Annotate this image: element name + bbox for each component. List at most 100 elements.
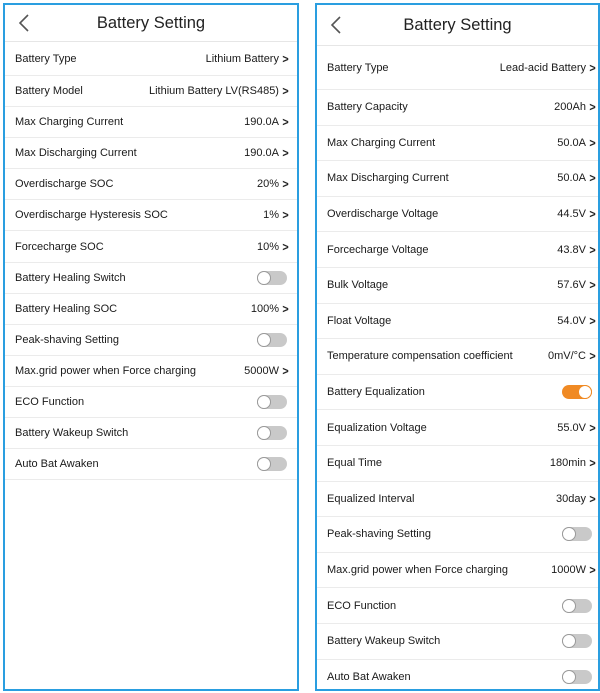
setting-row-battery-healing-soc[interactable]: Battery Healing SOC 100% > (5, 294, 297, 325)
toggle-knob (257, 270, 271, 285)
setting-value: Lithium Battery LV(RS485) (148, 85, 279, 98)
chevron-right-icon: > (589, 563, 596, 578)
chevron-right-icon: > (589, 278, 596, 293)
toggle-knob (578, 385, 592, 400)
setting-row-max-discharging-current[interactable]: Max Discharging Current 50.0A > (317, 161, 598, 197)
setting-value-group[interactable]: Lithium Battery LV(RS485) > (149, 84, 289, 98)
setting-value: 43.8V (557, 243, 586, 256)
setting-value-group[interactable]: 50.0A > (557, 171, 596, 185)
setting-row-bulk-voltage[interactable]: Bulk Voltage 57.6V > (317, 268, 598, 304)
setting-value-group[interactable]: 1% > (263, 208, 289, 222)
setting-row-max-charging-current[interactable]: Max Charging Current 190.0A > (5, 107, 297, 139)
setting-row-overdischarge-voltage[interactable]: Overdischarge Voltage 44.5V > (317, 197, 598, 233)
toggle-switch[interactable] (562, 527, 592, 542)
setting-value: 44.5V (557, 208, 586, 221)
setting-row-max-discharging-current[interactable]: Max Discharging Current 190.0A > (5, 138, 297, 170)
setting-value-group[interactable]: Lead-acid Battery > (500, 61, 596, 75)
setting-row-equalization-voltage[interactable]: Equalization Voltage 55.0V > (317, 410, 598, 446)
setting-row-battery-type[interactable]: Battery Type Lead-acid Battery > (317, 46, 598, 90)
setting-value-group[interactable]: 190.0A > (244, 146, 289, 160)
toggle-switch[interactable] (257, 394, 287, 409)
setting-label: Battery Wakeup Switch (15, 427, 129, 440)
setting-row-battery-wakeup-switch[interactable]: Battery Wakeup Switch (317, 624, 598, 660)
setting-row-battery-wakeup-switch[interactable]: Battery Wakeup Switch (5, 418, 297, 450)
back-button[interactable] (13, 5, 35, 41)
toggle-switch[interactable] (257, 457, 287, 472)
setting-row-battery-model[interactable]: Battery Model Lithium Battery LV(RS485) > (5, 76, 297, 108)
setting-label: Auto Bat Awaken (327, 670, 411, 683)
setting-label: Battery Type (327, 61, 389, 74)
back-button[interactable] (325, 5, 347, 45)
setting-label: Max Charging Current (327, 136, 436, 149)
setting-row-max-grid-power-when-force-charging[interactable]: Max.grid power when Force charging 5000W > (5, 356, 297, 387)
toggle-switch[interactable] (562, 598, 592, 613)
toggle-knob (562, 598, 576, 613)
setting-row-eco-function[interactable]: ECO Function (317, 588, 598, 624)
setting-value: Lead-acid Battery (499, 61, 586, 74)
toggle-switch[interactable] (562, 669, 592, 684)
setting-value-group[interactable]: 44.5V > (557, 207, 596, 221)
setting-value-group[interactable]: 100% > (251, 302, 289, 316)
setting-value-group[interactable]: 190.0A > (244, 115, 289, 129)
setting-row-equal-time[interactable]: Equal Time 180min > (317, 446, 598, 482)
setting-row-temperature-compensation-coefficient[interactable]: Temperature compensation coefficient 0mV/… (317, 339, 598, 375)
setting-value: 180min (549, 457, 586, 470)
setting-value-group[interactable]: 43.8V > (557, 243, 596, 257)
setting-value: 190.0A (244, 147, 279, 160)
setting-value-group[interactable]: 57.6V > (557, 278, 596, 292)
chevron-right-icon: > (589, 135, 596, 150)
chevron-right-icon: > (282, 177, 289, 192)
setting-label: Temperature compensation coefficient (327, 350, 513, 363)
setting-row-overdischarge-soc[interactable]: Overdischarge SOC 20% > (5, 169, 297, 201)
setting-row-max-grid-power-when-force-charging[interactable]: Max.grid power when Force charging 1000W > (317, 553, 598, 589)
setting-value-group[interactable]: 10% > (257, 240, 289, 254)
setting-value: 55.0V (557, 421, 586, 434)
setting-row-eco-function[interactable]: ECO Function (5, 387, 297, 419)
setting-value-group[interactable]: 30day > (556, 492, 596, 506)
setting-row-peak-shaving-setting[interactable]: Peak-shaving Setting (5, 325, 297, 356)
setting-label: ECO Function (15, 395, 85, 408)
toggle-switch[interactable] (257, 332, 287, 347)
setting-value-group[interactable]: Lithium Battery > (206, 52, 289, 66)
setting-value-group[interactable]: 200Ah > (554, 100, 596, 114)
setting-row-float-voltage[interactable]: Float Voltage 54.0V > (317, 304, 598, 340)
toggle-switch[interactable] (257, 426, 287, 441)
setting-value: 50.0A (557, 136, 586, 149)
setting-label: Max Discharging Current (327, 172, 449, 185)
setting-row-battery-capacity[interactable]: Battery Capacity 200Ah > (317, 90, 598, 126)
setting-row-equalized-interval[interactable]: Equalized Interval 30day > (317, 482, 598, 518)
chevron-right-icon: > (282, 208, 289, 223)
setting-label: Equalization Voltage (327, 421, 427, 434)
setting-label: Equalized Interval (327, 492, 415, 505)
setting-row-forcecharge-soc[interactable]: Forcecharge SOC 10% > (5, 231, 297, 263)
setting-row-auto-bat-awaken[interactable]: Auto Bat Awaken (317, 660, 598, 690)
setting-value-group[interactable]: 5000W > (244, 364, 289, 378)
toggle-knob (257, 457, 271, 472)
setting-value-group[interactable]: 50.0A > (557, 136, 596, 150)
setting-row-forcecharge-voltage[interactable]: Forcecharge Voltage 43.8V > (317, 232, 598, 268)
toggle-switch[interactable] (257, 270, 287, 285)
setting-row-battery-equalization[interactable]: Battery Equalization (317, 375, 598, 411)
setting-value: 1000W (551, 564, 586, 577)
chevron-right-icon: > (589, 420, 596, 435)
setting-row-auto-bat-awaken[interactable]: Auto Bat Awaken (5, 449, 297, 481)
setting-label: Peak-shaving Setting (327, 528, 431, 541)
setting-value-group[interactable]: 0mV/°C > (548, 349, 596, 363)
setting-label: ECO Function (327, 599, 397, 612)
setting-row-max-charging-current[interactable]: Max Charging Current 50.0A > (317, 126, 598, 162)
setting-label: Peak-shaving Setting (15, 333, 119, 346)
setting-value-group[interactable]: 1000W > (551, 563, 596, 577)
setting-value-group[interactable]: 20% > (257, 177, 289, 191)
setting-value-group[interactable]: 180min > (550, 456, 596, 470)
setting-row-battery-type[interactable]: Battery Type Lithium Battery > (5, 42, 297, 76)
setting-label: Overdischarge Hysteresis SOC (15, 209, 168, 222)
setting-row-peak-shaving-setting[interactable]: Peak-shaving Setting (317, 517, 598, 553)
setting-row-overdischarge-hysteresis-soc[interactable]: Overdischarge Hysteresis SOC 1% > (5, 200, 297, 232)
setting-value: Lithium Battery (205, 52, 279, 65)
setting-row-battery-healing-switch[interactable]: Battery Healing Switch (5, 263, 297, 294)
toggle-switch[interactable] (562, 385, 592, 400)
setting-value-group[interactable]: 54.0V > (557, 314, 596, 328)
chevron-right-icon: > (589, 349, 596, 364)
setting-value-group[interactable]: 55.0V > (557, 421, 596, 435)
toggle-switch[interactable] (562, 634, 592, 649)
